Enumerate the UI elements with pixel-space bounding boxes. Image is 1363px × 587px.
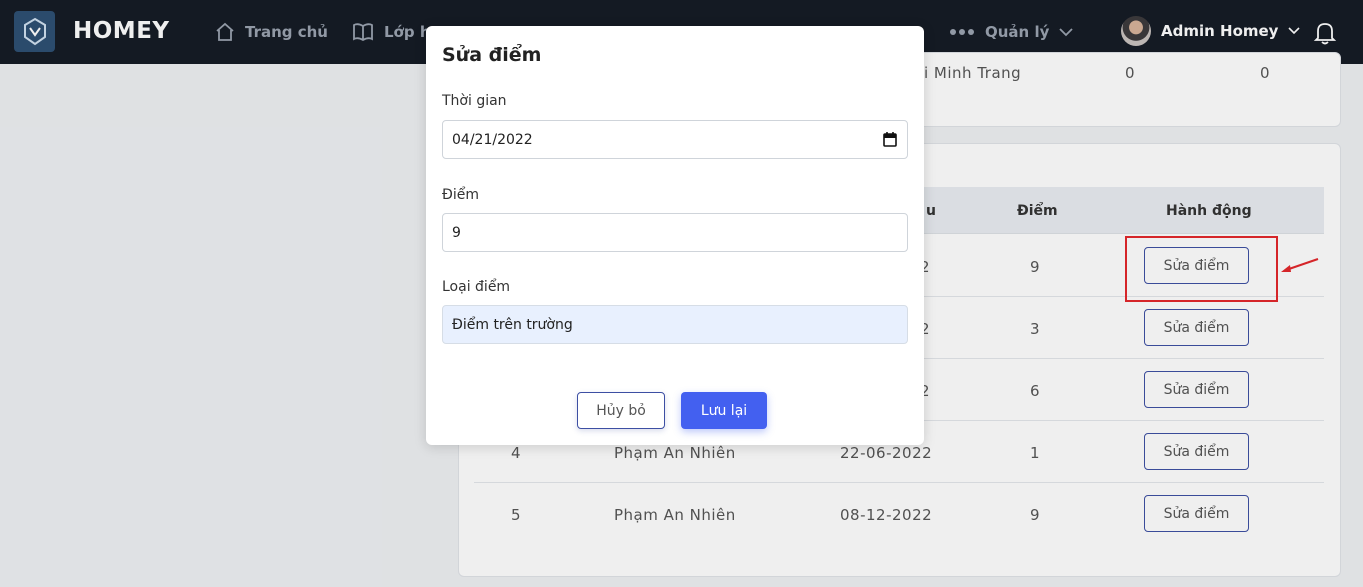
score-input[interactable]: 9 [442, 213, 908, 252]
score-label: Điểm [442, 187, 479, 203]
edit-score-modal: Sửa điểm Thời gian 04/21/2022 Điểm 9 Loạ… [426, 26, 924, 445]
date-input[interactable]: 04/21/2022 [442, 120, 908, 159]
modal-title: Sửa điểm [442, 44, 542, 66]
score-type-value: Điểm trên trường [452, 316, 573, 333]
time-label: Thời gian [442, 93, 507, 109]
cancel-button[interactable]: Hủy bỏ [577, 392, 665, 429]
date-value: 04/21/2022 [452, 131, 533, 148]
score-type-label: Loại điểm [442, 279, 511, 295]
calendar-icon[interactable] [883, 132, 897, 151]
score-type-input[interactable]: Điểm trên trường [442, 305, 908, 344]
save-button[interactable]: Lưu lại [681, 392, 767, 429]
score-value: 9 [452, 224, 461, 241]
